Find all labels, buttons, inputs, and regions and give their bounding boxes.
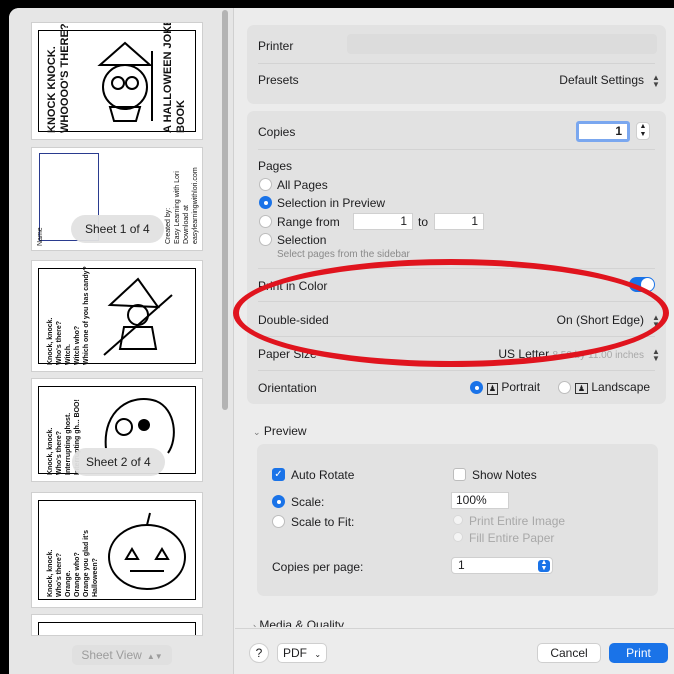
scale-radio[interactable] — [272, 495, 285, 508]
show-notes-label: Show Notes — [472, 468, 537, 482]
page-thumbnail-5[interactable]: Knock, knock. Who's there? Orange. Orang… — [31, 492, 203, 608]
witch-joke-text: Knock, knock. Who's there? Witch. Witch … — [47, 266, 90, 365]
page-thumbnail-1[interactable]: KNOCK KNOCK. WHOOOO'S THERE? A HALLOWEEN… — [31, 22, 203, 140]
pdf-menu-button[interactable]: PDF ⌄ — [277, 643, 327, 663]
auto-rotate-checkbox[interactable]: ✓ — [272, 468, 285, 481]
range-to-label: to — [418, 215, 429, 229]
sheet-view-button[interactable]: Sheet View ▲▼ — [72, 645, 172, 665]
selection-label: Selection — [277, 233, 327, 247]
all-pages-label: All Pages — [277, 178, 328, 192]
scale-label: Scale: — [291, 495, 325, 509]
copies-label: Copies — [258, 125, 296, 139]
updown-icon: ▲ ▼ — [538, 559, 550, 572]
sheet-label-2: Sheet 2 of 4 — [72, 448, 165, 476]
pages-label: Pages — [258, 159, 293, 173]
portrait-radio[interactable] — [470, 381, 483, 394]
updown-icon: ▲ ▼ — [652, 312, 660, 329]
range-from-field[interactable]: 1 — [353, 213, 413, 230]
settings-group: Copies 1 ▲ ▼ Pages All Pages Selection in… — [247, 111, 666, 404]
auto-rotate-label: Auto Rotate — [291, 468, 355, 482]
range-from-label: Range from — [277, 215, 340, 229]
selection-in-preview-radio[interactable] — [259, 196, 272, 209]
chevron-right-icon: › — [253, 621, 256, 627]
witch-illustration — [103, 277, 173, 356]
copies-per-page-select[interactable]: 1 ▲ ▼ — [451, 557, 553, 574]
credit-text: Created by: Easy Learning with Lori Down… — [165, 167, 199, 244]
sidebar-scrollbar[interactable] — [222, 10, 228, 410]
page-thumbnail-sidebar[interactable]: KNOCK KNOCK. WHOOOO'S THERE? A HALLOWEEN… — [9, 8, 234, 674]
presets-select[interactable]: Default Settings ▲ ▼ — [559, 73, 662, 88]
landscape-icon: ♟ — [575, 383, 588, 394]
media-quality-section-toggle[interactable]: › Media & Quality — [253, 618, 344, 627]
show-notes-checkbox[interactable] — [453, 468, 466, 481]
copies-per-page-label: Copies per page: — [272, 560, 364, 574]
print-in-color-label: Print in Color — [258, 279, 328, 293]
pumpkin-illustration — [108, 512, 186, 590]
page-thumbnail-6[interactable] — [31, 614, 203, 636]
chevron-down-icon: ⌄ — [314, 650, 322, 659]
joke-book-title: KNOCK KNOCK. WHOOOO'S THERE? — [46, 23, 71, 133]
copies-field[interactable]: 1 — [576, 121, 630, 142]
fill-entire-paper-label: Fill Entire Paper — [469, 531, 555, 545]
print-entire-image-radio[interactable] — [453, 515, 463, 525]
page-thumbnail-3[interactable]: Knock, knock. Who's there? Witch. Witch … — [31, 260, 203, 372]
presets-label: Presets — [258, 73, 299, 87]
cancel-button[interactable]: Cancel — [537, 643, 601, 663]
print-in-color-toggle[interactable] — [629, 277, 655, 292]
updown-icon: ▲ ▼ — [652, 72, 660, 89]
copies-stepper[interactable]: ▲ ▼ — [636, 122, 650, 140]
preview-section-toggle[interactable]: ⌄ Preview — [253, 424, 307, 438]
printer-group: Printer Presets Default Settings ▲ ▼ — [247, 25, 666, 104]
orange-joke-text: Knock, knock. Who's there? Orange. Orang… — [47, 529, 99, 597]
landscape-radio[interactable] — [558, 381, 571, 394]
preview-group: ✓ Auto Rotate Show Notes Scale: 100% Sca… — [257, 444, 658, 596]
name-label: Name — [37, 227, 44, 246]
help-button[interactable]: ? — [249, 643, 269, 663]
fill-entire-paper-radio[interactable] — [453, 532, 463, 542]
selection-hint: Select pages from the sidebar — [277, 249, 410, 260]
printer-select[interactable] — [347, 34, 657, 54]
scale-to-fit-radio[interactable] — [272, 515, 285, 528]
updown-icon: ▲ ▼ — [652, 346, 660, 363]
double-sided-select[interactable]: On (Short Edge) ▲ ▼ — [557, 313, 662, 328]
print-dialog: KNOCK KNOCK. WHOOOO'S THERE? A HALLOWEEN… — [9, 8, 674, 674]
all-pages-radio[interactable] — [259, 178, 272, 191]
selection-radio[interactable] — [259, 233, 272, 246]
joke-book-subtitle: A HALLOWEEN JOKE BOOK — [162, 22, 187, 133]
print-settings-panel: Printer Presets Default Settings ▲ ▼ Copie… — [235, 8, 674, 674]
sheet-label-1: Sheet 1 of 4 — [71, 215, 164, 243]
printer-label: Printer — [258, 39, 294, 53]
chevron-down-icon: ⌄ — [253, 427, 261, 437]
print-entire-image-label: Print Entire Image — [469, 514, 566, 528]
portrait-icon: ♟ — [487, 383, 498, 395]
scale-to-fit-label: Scale to Fit: — [291, 515, 355, 529]
paper-size-label: Paper Size — [258, 347, 317, 361]
double-sided-label: Double-sided — [258, 313, 329, 327]
portrait-option[interactable]: ♟ Portrait — [487, 380, 540, 395]
landscape-option[interactable]: ♟ Landscape — [575, 380, 650, 394]
witch-owl-illustration — [97, 41, 153, 122]
selection-in-preview-label: Selection in Preview — [277, 196, 386, 210]
scale-field[interactable]: 100% — [451, 492, 509, 509]
orientation-label: Orientation — [258, 381, 317, 395]
range-to-field[interactable]: 1 — [434, 213, 484, 230]
range-radio[interactable] — [259, 215, 272, 228]
paper-size-select[interactable]: US Letter 8.50 by 11.00 inches ▲ ▼ — [498, 347, 662, 362]
print-button[interactable]: Print — [609, 643, 668, 663]
